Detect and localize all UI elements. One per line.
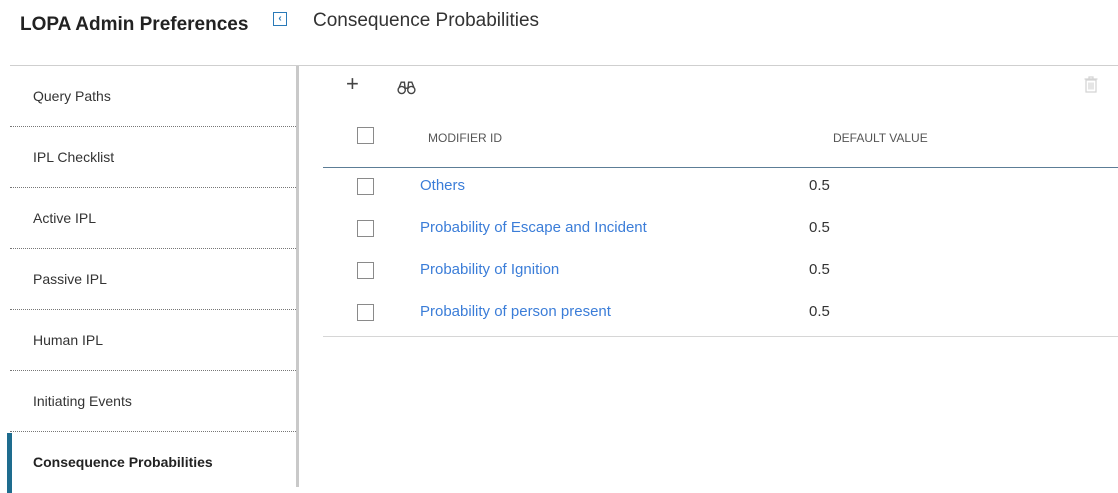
page-header: LOPA Admin Preferences ‹ Consequence Pro… (0, 0, 1118, 48)
grid-header: MODIFIER ID DEFAULT VALUE (323, 118, 1118, 168)
row-checkbox[interactable] (357, 220, 374, 237)
sidebar-divider (296, 66, 299, 487)
table-row: Probability of person present 0.5 (323, 294, 1118, 336)
table-row: Others 0.5 (323, 168, 1118, 210)
column-header-default-value[interactable]: DEFAULT VALUE (833, 131, 928, 145)
row-checkbox[interactable] (357, 304, 374, 321)
modifier-id-link[interactable]: Others (420, 177, 465, 194)
modifier-id-link[interactable]: Probability of Ignition (420, 261, 559, 278)
default-value-cell: 0.5 (809, 177, 830, 194)
default-value-cell: 0.5 (809, 303, 830, 320)
column-header-modifier-id[interactable]: MODIFIER ID (428, 131, 502, 145)
row-checkbox[interactable] (357, 262, 374, 279)
sidebar-item-label: IPL Checklist (33, 149, 115, 165)
sidebar-item-label: Passive IPL (33, 271, 107, 287)
sidebar-item-label: Consequence Probabilities (33, 454, 213, 470)
add-icon[interactable]: + (346, 73, 359, 95)
sidebar-item-ipl-checklist[interactable]: IPL Checklist (10, 127, 296, 188)
modifier-grid: MODIFIER ID DEFAULT VALUE Others 0.5 Pro… (323, 118, 1118, 337)
table-row: Probability of Ignition 0.5 (323, 252, 1118, 294)
sidebar-item-query-paths[interactable]: Query Paths (10, 66, 296, 127)
row-checkbox[interactable] (357, 178, 374, 195)
sidebar-item-label: Initiating Events (33, 393, 132, 409)
sidebar-item-active-ipl[interactable]: Active IPL (10, 188, 296, 249)
sidebar-item-human-ipl[interactable]: Human IPL (10, 310, 296, 371)
sidebar-item-label: Active IPL (33, 210, 97, 226)
sidebar-nav: Query Paths IPL Checklist Active IPL Pas… (7, 66, 296, 493)
app-title: LOPA Admin Preferences (20, 14, 249, 35)
grid-bottom-rule (323, 336, 1118, 337)
sidebar-item-consequence-probabilities[interactable]: Consequence Probabilities (7, 432, 296, 493)
sidebar-item-label: Human IPL (33, 332, 104, 348)
select-all-checkbox[interactable] (357, 127, 374, 144)
sidebar-item-label: Query Paths (33, 88, 111, 104)
sidebar-item-initiating-events[interactable]: Initiating Events (10, 371, 296, 432)
table-row: Probability of Escape and Incident 0.5 (323, 210, 1118, 252)
page-title: Consequence Probabilities (313, 10, 540, 31)
trash-icon[interactable] (1084, 76, 1098, 97)
default-value-cell: 0.5 (809, 219, 830, 236)
sidebar-item-passive-ipl[interactable]: Passive IPL (10, 249, 296, 310)
active-indicator (7, 433, 12, 493)
binoculars-icon[interactable] (397, 80, 416, 99)
collapse-sidebar-button[interactable]: ‹ (273, 12, 287, 26)
modifier-id-link[interactable]: Probability of Escape and Incident (420, 219, 647, 236)
default-value-cell: 0.5 (809, 261, 830, 278)
chevron-left-icon: ‹ (278, 13, 282, 24)
modifier-id-link[interactable]: Probability of person present (420, 303, 611, 320)
